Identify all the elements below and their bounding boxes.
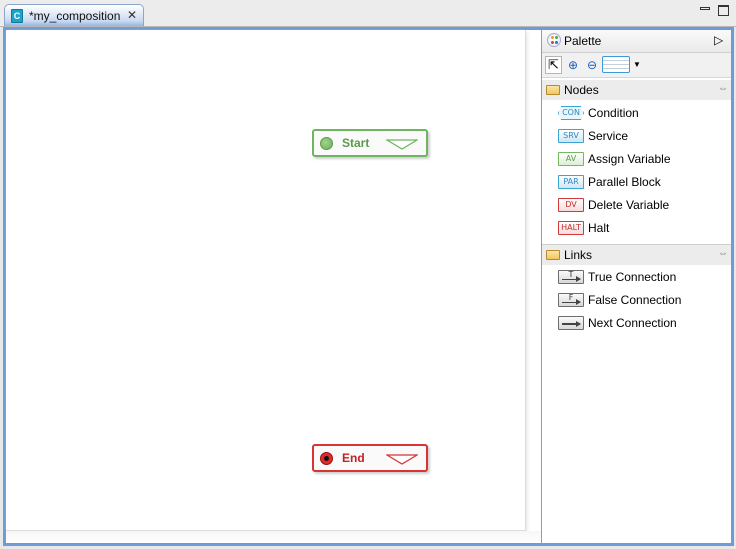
pin-icon[interactable]: ⇔ [718,83,728,94]
palette-toolbar: ⇱ ⊕ ⊖ ▼ [542,53,731,78]
drawer-label: Nodes [564,83,599,97]
condition-icon: CON [558,106,584,120]
tab-my-composition[interactable]: C *my_composition ✕ [4,4,144,28]
palette-entry-delete-variable[interactable]: DV Delete Variable [542,194,731,216]
collapse-triangle-icon[interactable] [386,454,418,465]
folder-icon [546,85,560,95]
drawer-nodes[interactable]: Nodes ⇔ [542,80,731,100]
close-icon[interactable]: ✕ [127,8,137,22]
zoom-out-icon[interactable]: ⊖ [584,56,600,74]
entry-label: False Connection [588,293,682,307]
start-node[interactable]: Start [312,129,428,157]
dropdown-arrow-icon[interactable]: ▼ [633,60,641,78]
maximize-icon[interactable] [718,5,729,16]
entry-label: Assign Variable [588,152,671,166]
drawer-links[interactable]: Links ⇔ [542,244,731,265]
composition-file-icon: C [11,9,23,23]
editor-tab-bar: C *my_composition ✕ [0,0,736,28]
minimize-icon[interactable] [700,7,710,10]
palette-entry-true-connection[interactable]: T True Connection [542,266,731,288]
entry-label: True Connection [588,270,677,284]
entry-label: Condition [588,106,639,120]
next-connection-icon [558,316,584,330]
halt-icon: HALT [558,221,584,235]
tab-title: *my_composition [29,9,121,23]
palette-entry-next-connection[interactable]: Next Connection [542,312,731,334]
entry-label: Halt [588,221,610,235]
palette-entry-false-connection[interactable]: F False Connection [542,289,731,311]
canvas-page [6,30,526,531]
true-connection-icon: T [558,270,584,284]
entry-label: Parallel Block [588,175,661,189]
entry-label: Service [588,129,629,143]
zoom-in-icon[interactable]: ⊕ [565,56,581,74]
entry-label: Delete Variable [588,198,670,212]
palette-entry-condition[interactable]: CON Condition [542,102,731,124]
pin-icon[interactable]: ⇔ [718,248,728,259]
start-circle-icon [320,137,333,150]
collapse-triangle-icon[interactable] [386,139,418,150]
parallel-block-icon: PAR [558,175,584,189]
palette-entry-service[interactable]: SRV Service [542,125,731,147]
folder-icon [546,250,560,260]
select-tool-icon[interactable]: ⇱ [545,56,562,74]
end-node-label: End [342,451,365,465]
palette-entry-parallel-block[interactable]: PAR Parallel Block [542,171,731,193]
horizontal-scrollbar[interactable] [6,531,541,543]
service-icon: SRV [558,129,584,143]
start-node-label: Start [342,136,370,150]
palette-icon [547,33,561,47]
note-tool-icon[interactable] [602,56,630,73]
palette-header: Palette ▷ [542,30,731,53]
palette: Palette ▷ ⇱ ⊕ ⊖ ▼ Nodes ⇔ CON Condition … [542,30,731,543]
drawer-label: Links [564,248,593,262]
entry-label: Next Connection [588,316,677,330]
collapse-palette-icon[interactable]: ▷ [714,33,723,47]
diagram-canvas[interactable]: Start End [6,30,541,543]
palette-entry-halt[interactable]: HALT Halt [542,217,731,239]
composition-editor: Start End Palette ▷ ⇱ ⊕ ⊖ ▼ Nodes ⇔ CON … [3,27,734,546]
assign-variable-icon: AV [558,152,584,166]
end-circle-icon [320,452,333,465]
palette-title: Palette [564,34,602,48]
end-node[interactable]: End [312,444,428,472]
palette-entry-assign-variable[interactable]: AV Assign Variable [542,148,731,170]
delete-variable-icon: DV [558,198,584,212]
false-connection-icon: F [558,293,584,307]
